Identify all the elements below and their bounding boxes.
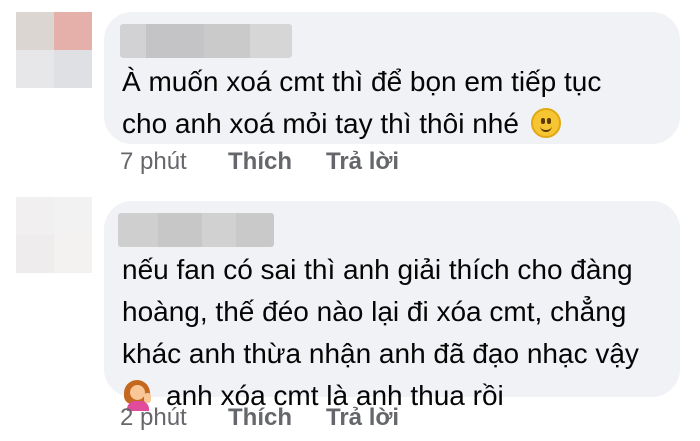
comment-actions: 2 phút Thích Trả lời bbox=[120, 404, 399, 434]
avatar[interactable] bbox=[16, 197, 92, 273]
comment-bubble: À muốn xoá cmt thì để bọn em tiếp tục ch… bbox=[104, 12, 680, 144]
reply-button[interactable]: Trả lời bbox=[326, 148, 399, 178]
slightly-smiling-face-icon bbox=[530, 108, 561, 138]
author-name-redacted[interactable] bbox=[120, 24, 292, 58]
comment-timestamp[interactable]: 2 phút bbox=[120, 404, 228, 434]
comment-actions: 7 phút Thích Trả lời bbox=[120, 148, 399, 178]
comment-line: nếu fan có sai thì anh giải thích cho đà… bbox=[122, 254, 633, 285]
comment-line: cho anh xoá mỏi tay thì thôi nhé bbox=[122, 103, 664, 145]
like-button[interactable]: Thích bbox=[228, 404, 326, 434]
comment-text: À muốn xoá cmt thì để bọn em tiếp tục ch… bbox=[122, 61, 664, 145]
author-name-redacted[interactable] bbox=[118, 213, 274, 247]
comment-line: À muốn xoá cmt thì để bọn em tiếp tục bbox=[122, 66, 602, 97]
comment-text: nếu fan có sai thì anh giải thích cho đà… bbox=[122, 249, 664, 417]
avatar[interactable] bbox=[16, 12, 92, 88]
like-button[interactable]: Thích bbox=[228, 148, 326, 178]
comment-bubble: nếu fan có sai thì anh giải thích cho đà… bbox=[104, 201, 680, 411]
comment-line: hoàng, thế đéo nào lại đi xóa cmt, chẳng bbox=[122, 296, 627, 327]
comment-timestamp[interactable]: 7 phút bbox=[120, 148, 228, 178]
reply-button[interactable]: Trả lời bbox=[326, 404, 399, 434]
comment-line: khác anh thừa nhận anh đã đạo nhạc vậy bbox=[122, 338, 639, 369]
